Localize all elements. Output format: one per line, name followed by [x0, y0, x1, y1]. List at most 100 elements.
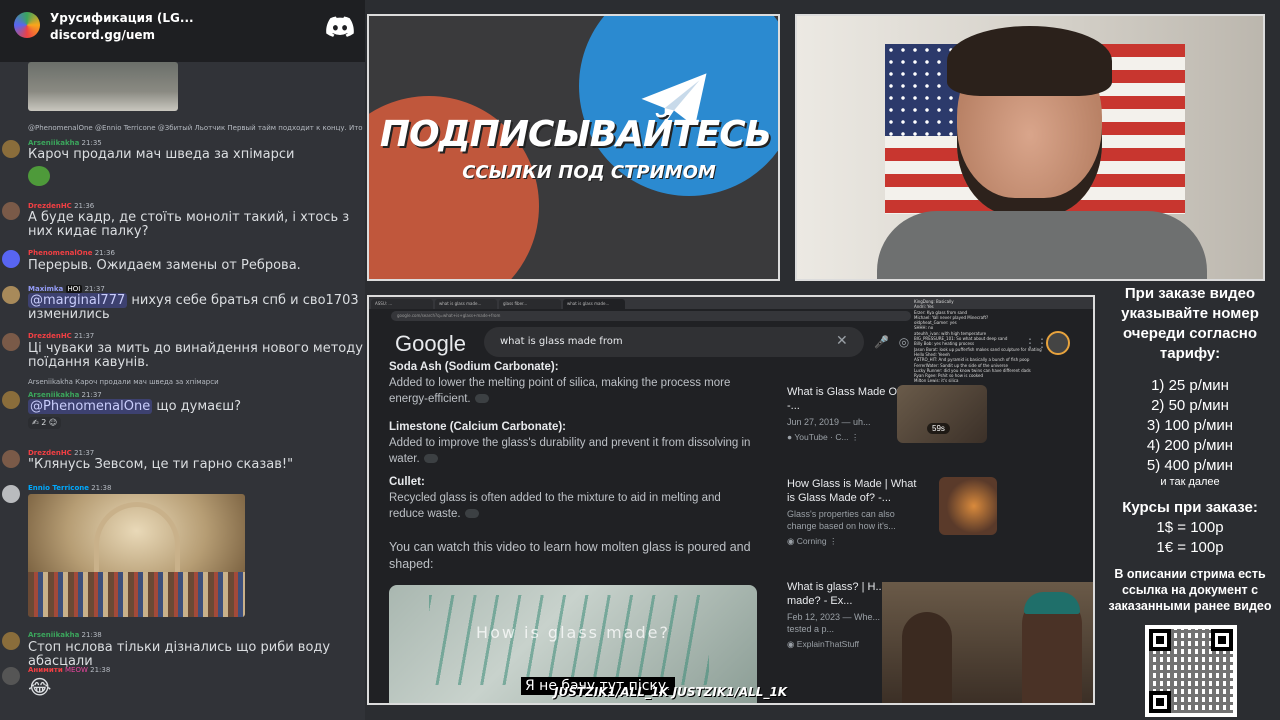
- browser-tab[interactable]: what is glass made...: [435, 299, 497, 309]
- source-link-icon[interactable]: [423, 454, 438, 464]
- reply-preview[interactable]: @PhenomenalOne @Ennio Terricone @Збитый …: [28, 124, 363, 132]
- reply-preview[interactable]: Arseniikakha Кароч продали мач шведа за …: [28, 378, 219, 386]
- avatar[interactable]: [2, 632, 20, 650]
- result-body: Recycled glass is often added to the mix…: [389, 492, 721, 520]
- price-tier: 4) 200 р/мин: [1146, 437, 1234, 454]
- username[interactable]: Maximka: [28, 285, 63, 293]
- price-etc: и так далее: [1160, 476, 1220, 488]
- side-result-snippet: Glass's properties can also change based…: [787, 509, 896, 531]
- qr-finder: [1149, 629, 1171, 651]
- result-image[interactable]: [939, 477, 997, 535]
- message-text: Стоп нслова тільки дізнались що риби вод…: [28, 640, 331, 669]
- message-text: Перерыв. Ожидаем замены от Реброва.: [28, 258, 301, 273]
- stream-layout: Урусификация (LG... discord.gg/uem @Phen…: [0, 0, 1280, 720]
- avatar[interactable]: [2, 667, 20, 685]
- url-bar[interactable]: google.com/search?q=what+is+glass+made+f…: [391, 311, 911, 321]
- price-list: 1) 25 р/мин 2) 50 р/мин 3) 100 р/мин 4) …: [1100, 376, 1280, 476]
- attached-image[interactable]: [28, 62, 178, 111]
- school-of-athens-image[interactable]: [28, 494, 245, 617]
- google-logo[interactable]: Google: [395, 331, 466, 357]
- timestamp: 21:36: [74, 202, 95, 210]
- timestamp: 21:35: [81, 139, 102, 147]
- mic-icon[interactable]: 🎤: [874, 335, 889, 349]
- role-badge: HOI: [65, 285, 83, 293]
- usd-rate: 1$ = 100р: [1156, 519, 1224, 536]
- avatar[interactable]: [2, 286, 20, 304]
- browser-tab[interactable]: glass fiber...: [499, 299, 561, 309]
- result-body: Added to improve the glass's durability …: [389, 437, 751, 465]
- server-header[interactable]: Урусификация (LG... discord.gg/uem: [0, 0, 365, 62]
- username[interactable]: Ennio Terricone: [28, 484, 89, 492]
- result-heading: Cullet:: [389, 476, 425, 488]
- browser-capture: ASSU: ... what is glass made... glass fi…: [367, 295, 1095, 705]
- clear-search-icon[interactable]: ✕: [836, 333, 848, 349]
- user-mention[interactable]: @PhenomenalOne: [28, 399, 153, 414]
- username[interactable]: DrezdenHC: [28, 332, 72, 340]
- search-input[interactable]: what is glass made from ✕: [484, 327, 864, 357]
- avatar[interactable]: [2, 450, 20, 468]
- avatar[interactable]: [2, 250, 20, 268]
- message-text: @marginal777 нихуя себе братья спб и сво…: [28, 293, 363, 322]
- site-icon: ◉: [787, 639, 795, 649]
- courses-heading: Курсы при заказе:: [1122, 499, 1258, 516]
- sticker-pepe: [28, 166, 50, 186]
- person-shirt: [877, 211, 1207, 279]
- avatar[interactable]: [2, 202, 20, 220]
- video-thumbnail-small[interactable]: 59s: [897, 385, 987, 443]
- qr-finder: [1211, 629, 1233, 651]
- username[interactable]: Arseniikakha: [28, 631, 79, 639]
- side-result-card[interactable]: How Glass is Made | What is Glass Made o…: [787, 477, 1007, 547]
- username[interactable]: Анимити: [28, 666, 63, 674]
- username[interactable]: Arseniikakha: [28, 139, 79, 147]
- timestamp: 21:37: [74, 449, 95, 457]
- role-badge: MEOW: [64, 666, 88, 674]
- message-body: що думаєш?: [152, 399, 242, 414]
- side-result-title[interactable]: How Glass is Made | What is Glass Made o…: [787, 477, 922, 505]
- reaction-chip[interactable]: ✍ 2 ☺: [28, 417, 62, 429]
- browser-tab[interactable]: what is glass made...: [563, 299, 625, 309]
- username[interactable]: PhenomenalOne: [28, 249, 92, 257]
- avatar[interactable]: [2, 485, 20, 503]
- result-soda-ash: Soda Ash (Sodium Carbonate): Added to lo…: [389, 359, 759, 407]
- source-link-icon[interactable]: [464, 509, 479, 519]
- figures-row: [28, 572, 245, 617]
- price-tier: 2) 50 р/мин: [1151, 397, 1229, 414]
- result-heading: Limestone (Calcium Carbonate):: [389, 421, 566, 433]
- video-duration: 59s: [927, 423, 950, 434]
- person-hair: [947, 26, 1112, 96]
- result-heading: Soda Ash (Sodium Carbonate):: [389, 361, 559, 373]
- reaction-count: 2: [41, 418, 47, 427]
- qr-code[interactable]: [1145, 625, 1237, 717]
- discord-logo-icon: [326, 16, 354, 37]
- user-mention[interactable]: @marginal777: [28, 293, 128, 308]
- server-invite-link[interactable]: discord.gg/uem: [50, 28, 155, 42]
- avatar[interactable]: [2, 391, 20, 409]
- username[interactable]: Arseniikakha: [28, 391, 79, 399]
- promo-subtitle: ССЫЛКИ ПОД СТРИМОМ: [462, 162, 716, 183]
- avatar[interactable]: [2, 140, 20, 158]
- browser-tab[interactable]: ASSU: ...: [371, 299, 433, 309]
- username[interactable]: DrezdenHC: [28, 449, 72, 457]
- side-result-card[interactable]: What is Glass Made Of? -... Jun 27, 2019…: [787, 385, 1007, 443]
- video-prompt: You can watch this video to learn how mo…: [389, 540, 751, 571]
- server-name: Урусификация (LG...: [50, 11, 194, 25]
- result-limestone: Limestone (Calcium Carbonate): Added to …: [389, 419, 759, 467]
- order-instructions: При заказе видео указывайте номер очеред…: [1121, 285, 1259, 362]
- timestamp: 21:38: [81, 631, 102, 639]
- result-body: Added to lower the melting point of sili…: [389, 377, 731, 405]
- streamer-webcam: [795, 14, 1265, 281]
- lens-icon[interactable]: ◎: [899, 335, 909, 349]
- add-reaction-icon[interactable]: ☺: [49, 418, 57, 427]
- server-icon: [14, 12, 40, 38]
- youtube-icon: ●: [787, 432, 793, 442]
- timestamp: 21:37: [84, 285, 105, 293]
- avatar[interactable]: [2, 333, 20, 351]
- message-text: Кароч продали мач шведа за хпімарси: [28, 147, 295, 162]
- source-link-icon[interactable]: [474, 394, 489, 404]
- search-query: what is glass made from: [500, 336, 623, 347]
- corning-icon: ◉: [787, 536, 795, 546]
- result-cullet: Cullet: Recycled glass is often added to…: [389, 474, 759, 522]
- username[interactable]: DrezdenHC: [28, 202, 72, 210]
- timestamp: 21:36: [94, 249, 115, 257]
- side-result-source: ◉ Corning ⋮: [787, 536, 838, 546]
